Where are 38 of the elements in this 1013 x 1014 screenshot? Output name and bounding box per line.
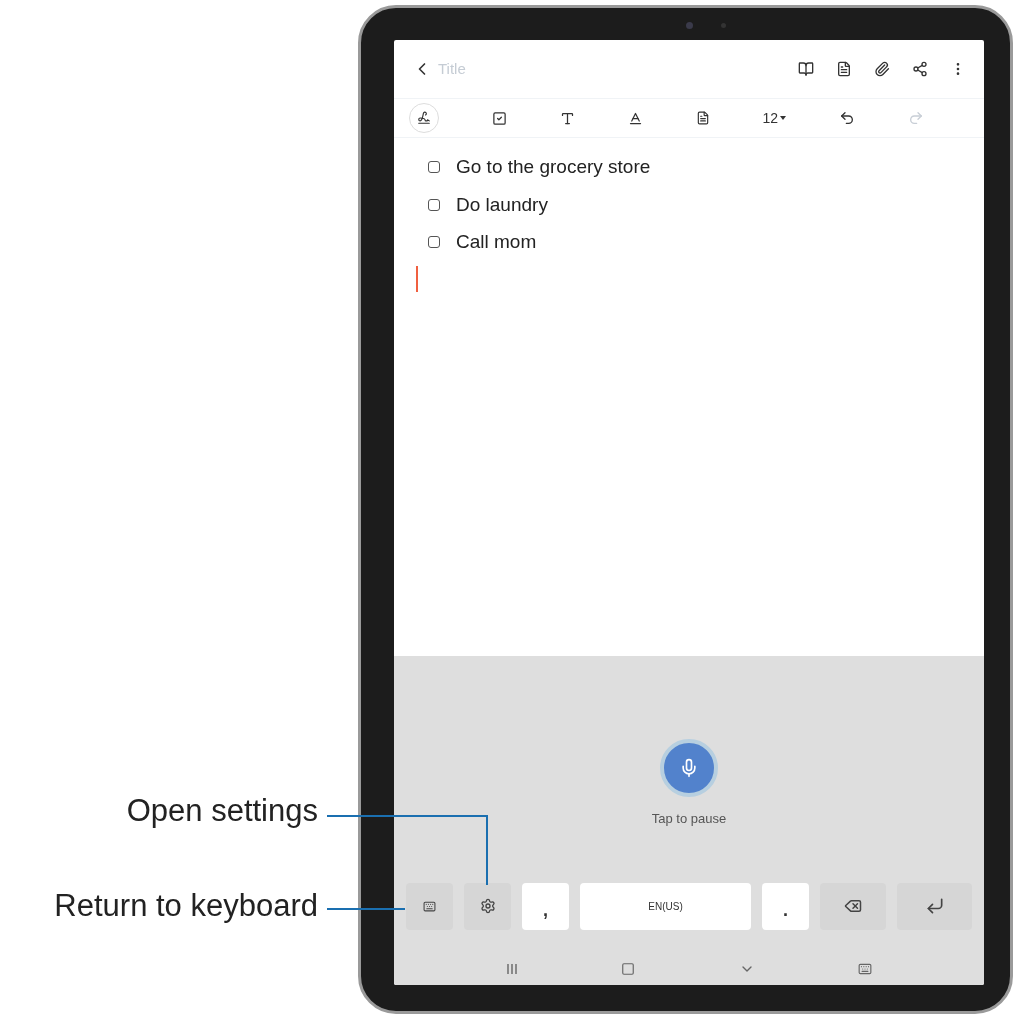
recent-apps-icon[interactable] bbox=[505, 963, 518, 975]
callout-label: Open settings bbox=[126, 795, 318, 826]
checklist-item-text: Do laundry bbox=[456, 192, 548, 217]
keyboard-icon[interactable] bbox=[858, 962, 873, 976]
backspace-icon bbox=[844, 897, 862, 915]
text-box-icon[interactable] bbox=[695, 111, 710, 125]
checklist-checkbox[interactable] bbox=[428, 198, 440, 211]
enter-icon bbox=[924, 896, 945, 916]
keyboard-key[interactable] bbox=[406, 882, 453, 930]
paperclip-icon[interactable] bbox=[874, 61, 890, 77]
keyboard-icon bbox=[423, 899, 436, 913]
home-icon[interactable] bbox=[621, 962, 636, 976]
backspace-key[interactable] bbox=[820, 882, 886, 930]
settings-icon bbox=[479, 898, 496, 914]
checklist-item-text: Call mom bbox=[456, 230, 537, 254]
undo-icon[interactable] bbox=[839, 110, 855, 126]
text-underline-icon[interactable] bbox=[627, 110, 643, 126]
title-field[interactable]: Title bbox=[438, 57, 638, 81]
book-icon[interactable] bbox=[798, 61, 814, 77]
checkbox-tool-icon[interactable] bbox=[491, 110, 507, 126]
settings-key[interactable] bbox=[464, 882, 511, 930]
document-icon[interactable] bbox=[836, 61, 852, 77]
checklist-item-text: Go to the grocery store bbox=[456, 155, 651, 179]
microphone-button[interactable] bbox=[660, 739, 718, 797]
callout-label: Return to keyboard bbox=[54, 890, 318, 921]
text-cursor bbox=[416, 265, 418, 292]
punctuation-key[interactable]: . bbox=[762, 882, 809, 930]
voice-status-text: Tap to pause bbox=[651, 810, 727, 828]
checklist-checkbox[interactable] bbox=[428, 236, 440, 249]
space-key[interactable]: EN(US) bbox=[580, 882, 751, 930]
caret-icon bbox=[780, 116, 787, 120]
font-size-dropdown[interactable]: 12 bbox=[762, 107, 787, 129]
microphone-icon bbox=[679, 758, 699, 778]
share-icon[interactable] bbox=[912, 61, 928, 77]
checklist-checkbox[interactable] bbox=[428, 161, 440, 174]
pen-icon bbox=[417, 111, 431, 125]
text-style-icon[interactable] bbox=[559, 110, 575, 126]
punctuation-key[interactable]: , bbox=[522, 882, 569, 930]
